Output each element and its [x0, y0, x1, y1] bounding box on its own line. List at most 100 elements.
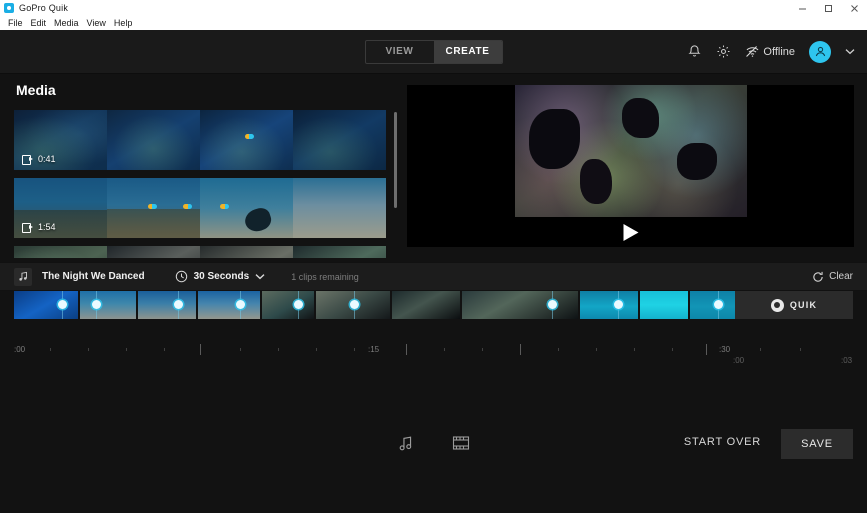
- clip-marker-dot: [220, 204, 229, 209]
- music-note-icon[interactable]: [14, 268, 32, 286]
- bottom-tools: [394, 430, 474, 456]
- quik-logo-icon: [771, 299, 784, 312]
- ruler-label: :15: [368, 345, 379, 354]
- media-thumbnail[interactable]: [107, 246, 200, 258]
- timeline-clip[interactable]: [580, 291, 638, 319]
- menu-item-edit[interactable]: Edit: [27, 19, 51, 28]
- close-button[interactable]: [841, 0, 867, 16]
- clear-label: Clear: [829, 271, 853, 282]
- tab-create[interactable]: CREATE: [434, 41, 502, 63]
- clip-split-marker[interactable]: [96, 291, 97, 319]
- clip-split-marker[interactable]: [618, 291, 619, 319]
- soundtrack-name[interactable]: The Night We Danced: [42, 271, 145, 282]
- clip-split-marker[interactable]: [354, 291, 355, 319]
- music-note-icon[interactable]: [394, 430, 420, 456]
- media-scrollbar[interactable]: [393, 112, 397, 256]
- timeline-clip[interactable]: [462, 291, 578, 319]
- clip-split-marker[interactable]: [178, 291, 179, 319]
- clip-marker-dot: [245, 134, 254, 139]
- bottom-toolbar: START OVER SAVE: [0, 418, 867, 513]
- clip-duration: 0:41: [38, 154, 56, 164]
- media-thumbnail[interactable]: [107, 178, 200, 238]
- clip-duration: 1:54: [38, 222, 56, 232]
- quik-button[interactable]: QUIK: [735, 291, 853, 319]
- timeline-clip[interactable]: [316, 291, 390, 319]
- refresh-icon: [812, 271, 824, 283]
- chevron-down-icon[interactable]: [845, 47, 855, 57]
- window-controls: [789, 0, 867, 16]
- timeline-clip[interactable]: [262, 291, 314, 319]
- clip-split-marker[interactable]: [298, 291, 299, 319]
- bell-icon[interactable]: [687, 44, 702, 59]
- media-thumbnail[interactable]: [14, 246, 107, 258]
- media-thumbnail[interactable]: [200, 246, 293, 258]
- timeline-ruler[interactable]: :00 :15 :30 :00 :03: [0, 336, 867, 370]
- media-thumbnail[interactable]: [200, 178, 293, 238]
- ruler-label: :00: [14, 345, 25, 354]
- save-button[interactable]: SAVE: [781, 429, 853, 459]
- media-grid[interactable]: 0:41 1:54: [14, 110, 386, 258]
- media-thumbnail[interactable]: [293, 110, 386, 170]
- media-clip-row[interactable]: 0:41: [14, 110, 386, 170]
- menu-bar: File Edit Media View Help: [0, 16, 867, 30]
- connection-label: Offline: [763, 46, 795, 58]
- play-icon[interactable]: [622, 223, 639, 247]
- start-over-button[interactable]: START OVER: [684, 436, 761, 448]
- ruler-label: :03: [841, 356, 852, 365]
- timeline-clip-strip[interactable]: [14, 291, 734, 319]
- header-actions: Offline: [687, 41, 855, 63]
- gear-icon[interactable]: [716, 44, 731, 59]
- menu-item-file[interactable]: File: [4, 19, 27, 28]
- video-camera-icon: [22, 223, 33, 231]
- clip-marker-dot: [148, 204, 157, 209]
- duration-value: 30 Seconds: [194, 271, 250, 282]
- timeline-clip[interactable]: [14, 291, 78, 319]
- media-clip-row[interactable]: [14, 246, 386, 258]
- app-header: VIEW CREATE: [0, 30, 867, 74]
- timeline-clip[interactable]: [198, 291, 260, 319]
- user-avatar-icon[interactable]: [809, 41, 831, 63]
- menu-item-view[interactable]: View: [83, 19, 110, 28]
- window-title: GoPro Quik: [19, 3, 68, 13]
- clips-remaining-label: 1 clips remaining: [291, 272, 359, 282]
- clock-icon: [175, 270, 188, 283]
- preview-frame: [515, 85, 747, 217]
- clip-split-marker[interactable]: [718, 291, 719, 319]
- ruler-label: :00: [733, 356, 744, 365]
- media-thumbnail[interactable]: [293, 178, 386, 238]
- connection-status[interactable]: Offline: [745, 45, 795, 58]
- quik-label: QUIK: [790, 300, 817, 310]
- title-bar: GoPro Quik: [0, 0, 867, 16]
- menu-item-help[interactable]: Help: [110, 19, 137, 28]
- filmstrip-grid-icon[interactable]: [448, 430, 474, 456]
- minimize-button[interactable]: [789, 0, 815, 16]
- media-clip-row[interactable]: 1:54: [14, 178, 386, 238]
- tab-view[interactable]: VIEW: [366, 41, 434, 63]
- clip-marker-dot: [183, 204, 192, 209]
- mode-toggle: VIEW CREATE: [365, 40, 503, 64]
- page-title: Media: [16, 82, 56, 98]
- gopro-logo-icon: [4, 3, 14, 13]
- timeline-clip[interactable]: [640, 291, 688, 319]
- gopro-quik-window: GoPro Quik File Edit Media View Help VIE…: [0, 0, 867, 513]
- clip-duration-badge: 1:54: [22, 222, 56, 232]
- timeline-clip[interactable]: [392, 291, 460, 319]
- wifi-off-icon: [745, 45, 760, 58]
- clip-split-marker[interactable]: [240, 291, 241, 319]
- duration-selector[interactable]: 30 Seconds: [175, 270, 266, 283]
- menu-item-media[interactable]: Media: [50, 19, 83, 28]
- timeline-clip[interactable]: [138, 291, 196, 319]
- timeline-toolbar: The Night We Danced 30 Seconds 1 clips r…: [0, 262, 867, 291]
- media-thumbnail[interactable]: [293, 246, 386, 258]
- video-camera-icon: [22, 155, 33, 163]
- clear-button[interactable]: Clear: [812, 271, 853, 283]
- clip-split-marker[interactable]: [62, 291, 63, 319]
- media-thumbnail[interactable]: [107, 110, 200, 170]
- ruler-label: :30: [719, 345, 730, 354]
- maximize-button[interactable]: [815, 0, 841, 16]
- chevron-down-icon: [255, 273, 265, 280]
- clip-split-marker[interactable]: [552, 291, 553, 319]
- media-thumbnail[interactable]: [200, 110, 293, 170]
- timeline-clip[interactable]: [80, 291, 136, 319]
- video-preview[interactable]: [407, 85, 854, 247]
